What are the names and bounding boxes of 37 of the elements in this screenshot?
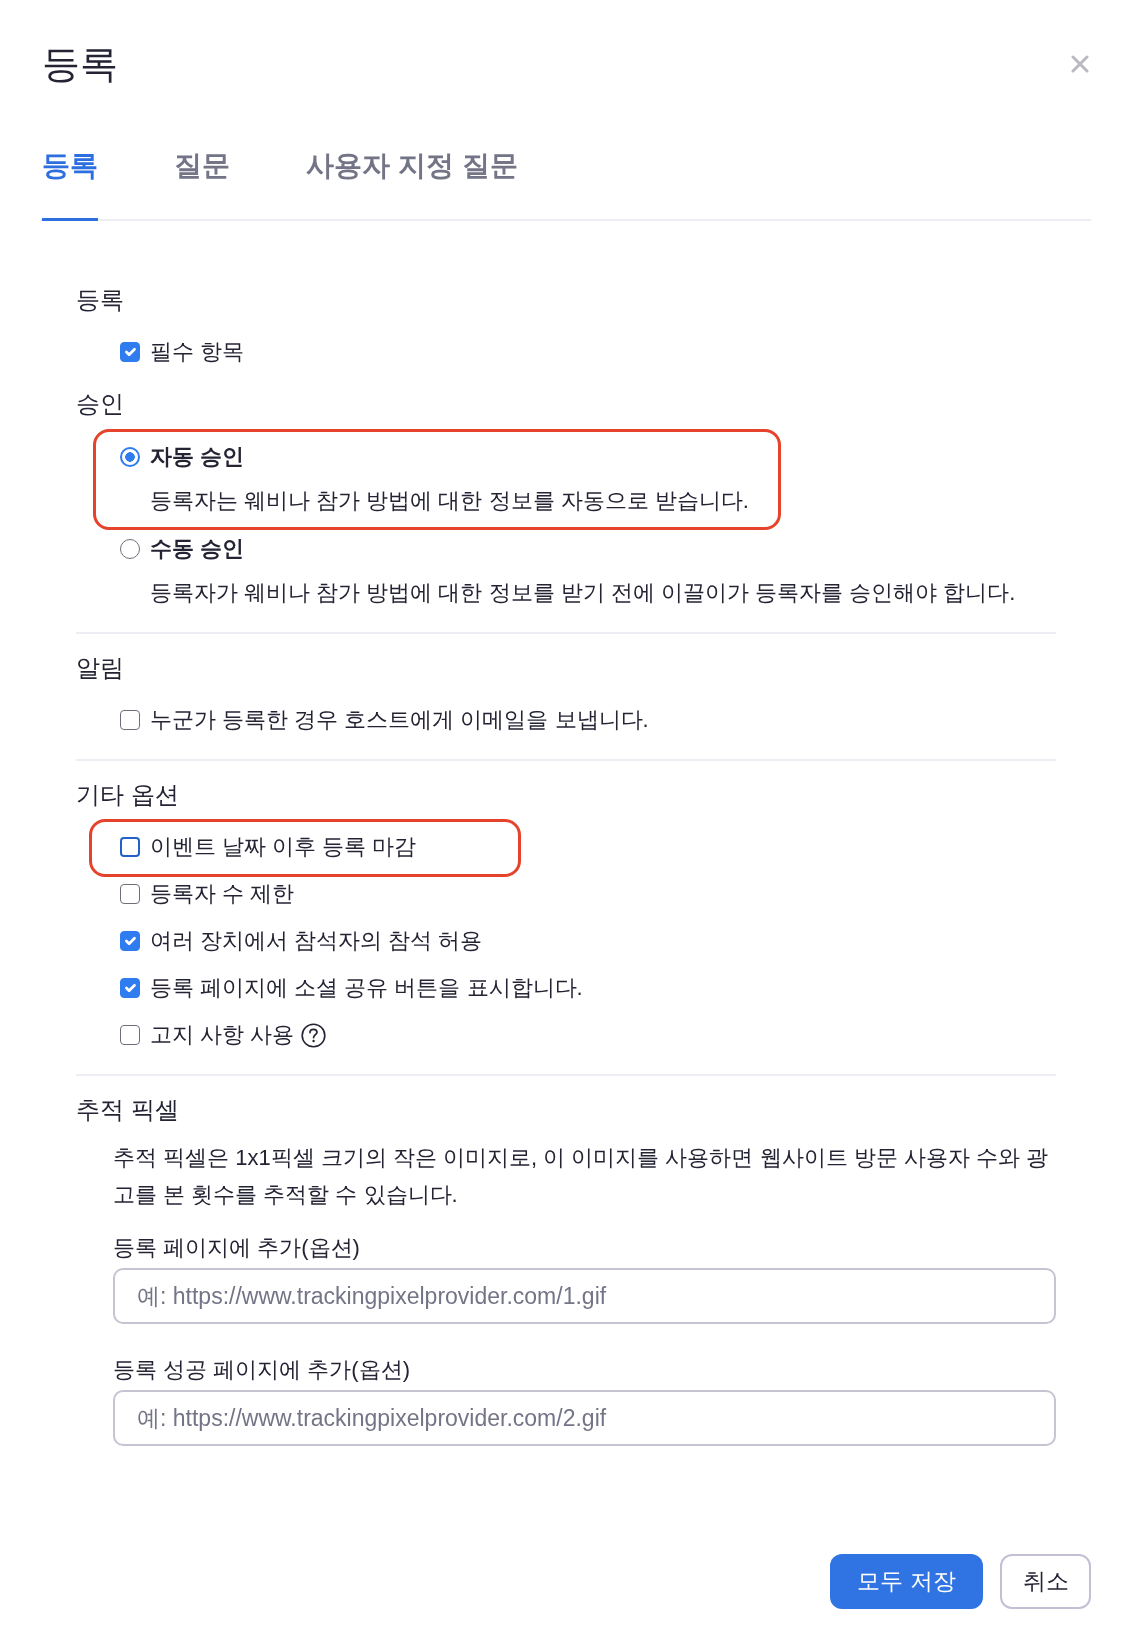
option-description: 등록자는 웨비나 참가 방법에 대한 정보를 자동으로 받습니다.	[149, 487, 749, 515]
checkbox[interactable]	[120, 978, 140, 998]
checkbox[interactable]	[120, 342, 140, 362]
radio-button[interactable]	[120, 539, 140, 559]
section-heading: 등록	[76, 285, 125, 315]
checkbox-label[interactable]: 등록 페이지에 소셜 공유 버튼을 표시합니다.	[150, 966, 583, 1010]
tab[interactable]: 질문	[174, 146, 230, 221]
field-label: 등록 페이지에 추가(옵션)	[113, 1234, 361, 1262]
url-field[interactable]: 예: https://www.trackingpixelprovider.com/2.gif	[113, 1390, 1056, 1446]
checkbox-label[interactable]: 등록자 수 제한	[150, 872, 295, 916]
checkbox-label[interactable]: 여러 장치에서 참석자의 참석 허용	[150, 919, 483, 963]
checkbox[interactable]	[120, 884, 140, 904]
radio-button[interactable]	[120, 447, 140, 467]
dialog-title: 등록	[42, 42, 118, 87]
checkbox[interactable]	[120, 710, 140, 730]
url-field[interactable]: 예: https://www.trackingpixelprovider.com/1.gif	[113, 1268, 1056, 1324]
section-heading: 알림	[76, 653, 125, 683]
description-text: 추적 픽셀은 1x1픽셀 크기의 작은 이미지로, 이 이미지를 사용하면 웹사이트 방문 사용자 수와 광고를 본 횟수를 추적할 수 있습니다.	[113, 1144, 1050, 1209]
checkbox[interactable]	[120, 837, 140, 857]
radio-label[interactable]: 수동 승인	[150, 527, 245, 571]
section-heading: 기타 옵션	[76, 780, 180, 810]
checkbox-label[interactable]: 누군가 등록한 경우 호스트에게 이메일을 보냅니다.	[150, 698, 649, 742]
section-heading: 승인	[76, 389, 125, 419]
section-heading: 추적 픽셀	[76, 1095, 180, 1125]
field-label: 등록 성공 페이지에 추가(옵션)	[113, 1356, 411, 1384]
checkbox[interactable]	[120, 1025, 140, 1045]
tab[interactable]: 등록	[42, 146, 98, 221]
checkbox-label[interactable]: 이벤트 날짜 이후 등록 마감	[150, 825, 417, 869]
tab[interactable]: 사용자 지정 질문	[306, 146, 518, 221]
checkbox[interactable]	[120, 931, 140, 951]
checkbox-label[interactable]: 필수 항목	[150, 330, 245, 374]
cancel-button[interactable]: 취소	[1000, 1554, 1091, 1609]
option-description: 등록자가 웨비나 참가 방법에 대한 정보를 받기 전에 이끌이가 등록자를 승인해야 합니다.	[149, 579, 1016, 607]
save-button[interactable]: 모두 저장	[830, 1554, 983, 1609]
radio-label[interactable]: 자동 승인	[150, 435, 245, 479]
checkbox-label[interactable]: 고지 사항 사용	[150, 1013, 295, 1057]
help-icon[interactable]	[301, 1022, 327, 1048]
